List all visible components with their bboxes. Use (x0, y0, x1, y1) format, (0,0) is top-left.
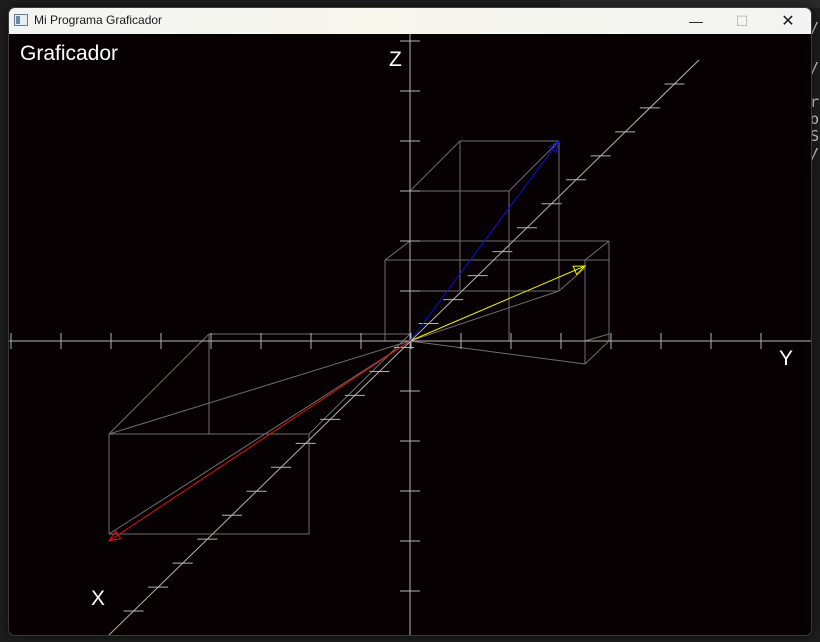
blue-guide-line (508, 140, 560, 192)
canvas-heading: Graficador (20, 42, 119, 65)
graph-canvas[interactable]: Graficador Z Y X (9, 34, 811, 635)
y-axis-label: Y (779, 347, 794, 370)
yellow-guide-line (584, 340, 610, 365)
minimize-button[interactable]: — (673, 8, 719, 34)
x-axis-label: X (91, 587, 106, 610)
red-vector (108, 340, 411, 542)
yellow-guide-line (409, 340, 586, 365)
red-guide-line (108, 340, 411, 435)
yellow-guide-line (409, 290, 560, 342)
yellow-guide-line (584, 333, 610, 342)
z-axis-label: Z (389, 48, 402, 71)
yellow-guide-line (384, 240, 411, 261)
window-title: Mi Programa Graficador (34, 13, 163, 27)
app-window-icon (14, 14, 28, 26)
maximize-button[interactable]: ☐ (719, 8, 765, 34)
red-guide-line (108, 340, 411, 535)
app-window: Mi Programa Graficador — ☐ ✕ Graficador … (8, 7, 812, 636)
close-button[interactable]: ✕ (765, 8, 811, 34)
axes (9, 34, 811, 635)
guide-lines (108, 140, 610, 535)
yellow-guide-line (584, 240, 610, 261)
yellow-vector (409, 265, 586, 342)
title-bar[interactable]: Mi Programa Graficador — ☐ ✕ (9, 8, 811, 34)
blue-guide-line (409, 140, 461, 192)
3d-plot (9, 34, 811, 635)
